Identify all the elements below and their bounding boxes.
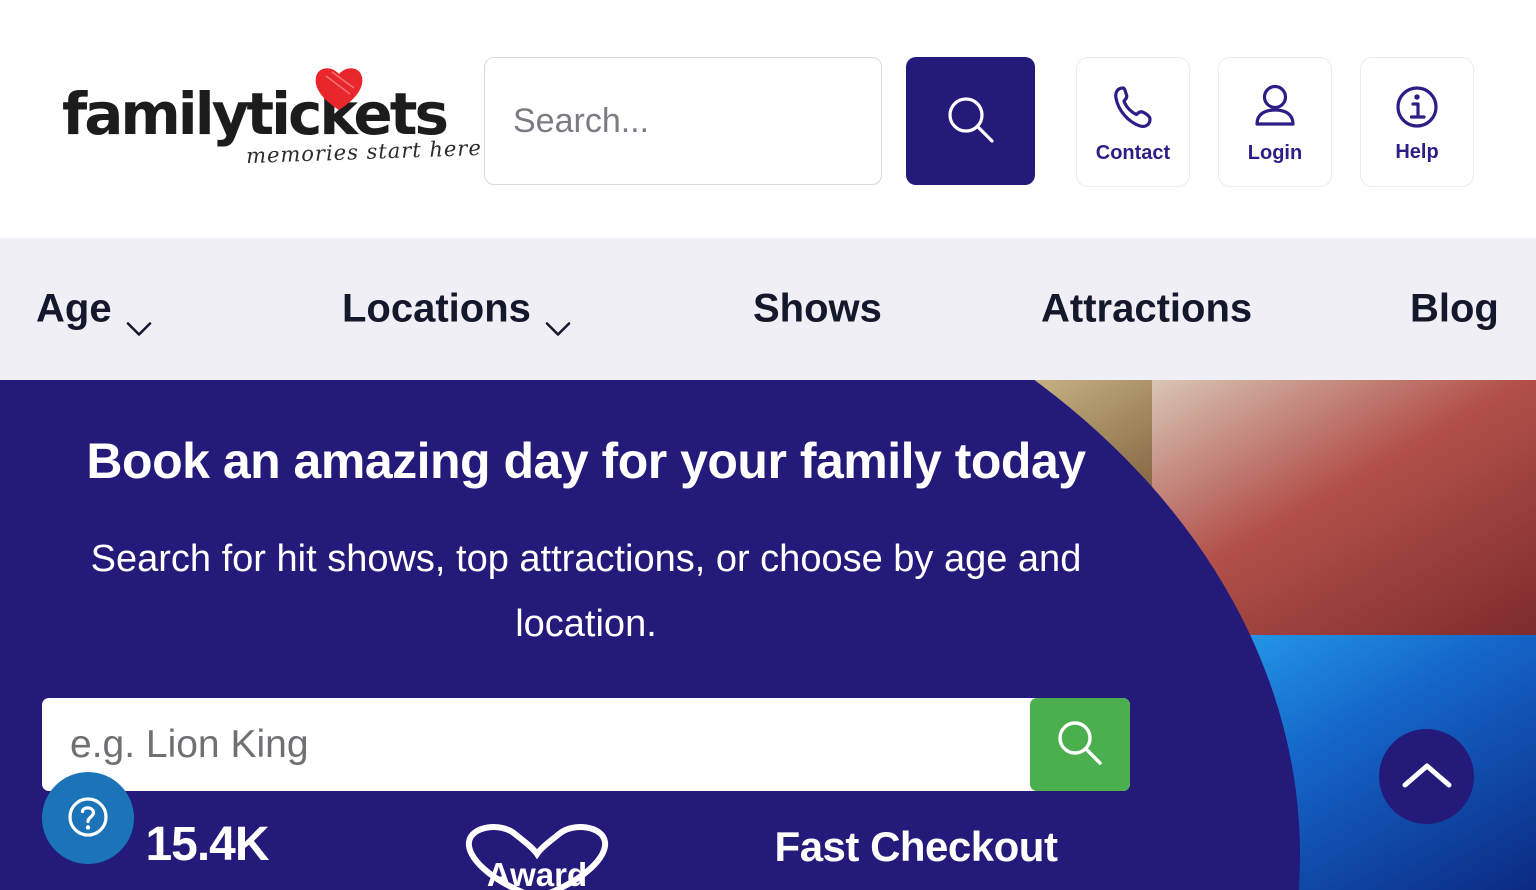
chevron-up-icon (1400, 758, 1454, 795)
search-icon (1051, 714, 1109, 775)
login-button-label: Login (1247, 141, 1303, 164)
site-logo[interactable]: familytickets memories start here (62, 62, 482, 172)
help-button-label: Help (1395, 140, 1439, 163)
page-root: Book an amazing day for your family toda… (0, 0, 1536, 890)
info-circle-icon (1393, 83, 1441, 136)
page-title: Book an amazing day for your family toda… (86, 433, 1086, 489)
award-heart-icon: Award (457, 820, 617, 890)
search-input[interactable] (484, 57, 882, 185)
nav-item-shows[interactable]: Shows (753, 287, 882, 332)
login-button[interactable]: Login (1218, 57, 1332, 187)
trust-strip: 15.4K Award Fast Checkout (42, 818, 1130, 890)
chevron-down-icon (545, 302, 571, 336)
question-circle-icon (63, 792, 113, 845)
nav-item-label: Locations (342, 286, 531, 331)
site-header: familytickets memories start here Search… (0, 0, 1536, 238)
hero-section: Book an amazing day for your family toda… (0, 380, 1536, 890)
nav-item-label: Shows (753, 286, 882, 331)
nav-item-attractions[interactable]: Attractions (1041, 287, 1252, 332)
phone-icon (1110, 82, 1156, 137)
nav-item-age[interactable]: Age (36, 286, 152, 336)
logo-wordmark: familytickets (62, 80, 449, 148)
hero-search-input[interactable] (42, 698, 1030, 791)
chevron-down-icon (126, 302, 152, 336)
hero-copy: Book an amazing day for your family toda… (42, 434, 1130, 656)
search-button[interactable] (906, 57, 1035, 185)
contact-button[interactable]: Contact (1076, 57, 1190, 187)
fast-checkout-label: Fast Checkout (774, 823, 1058, 870)
help-chat-fab[interactable] (42, 772, 134, 864)
hero-subtitle: Search for hit shows, top attractions, o… (90, 538, 1082, 645)
trust-fast-checkout: Fast Checkout (702, 820, 1130, 870)
nav-item-label: Age (36, 286, 112, 331)
user-icon (1251, 82, 1299, 137)
heart-icon (312, 64, 366, 112)
contact-button-label: Contact (1095, 141, 1171, 164)
hero-search-button[interactable] (1030, 698, 1130, 791)
trust-award: Award (372, 820, 702, 890)
scroll-to-top-button[interactable] (1379, 729, 1474, 824)
nav-item-label: Blog (1410, 286, 1499, 331)
award-label: Award (486, 856, 588, 890)
nav-item-label: Attractions (1041, 286, 1253, 331)
nav-item-locations[interactable]: Locations (342, 286, 571, 336)
main-navigation: Age Locations Shows Attractions Blog (0, 238, 1536, 380)
header-search-wrap (484, 57, 882, 185)
hero-search-bar (42, 698, 1130, 791)
search-icon (940, 89, 1002, 154)
reviews-count: 15.4K (145, 818, 269, 871)
help-button[interactable]: Help (1360, 57, 1474, 187)
nav-item-blog[interactable]: Blog (1410, 287, 1499, 332)
